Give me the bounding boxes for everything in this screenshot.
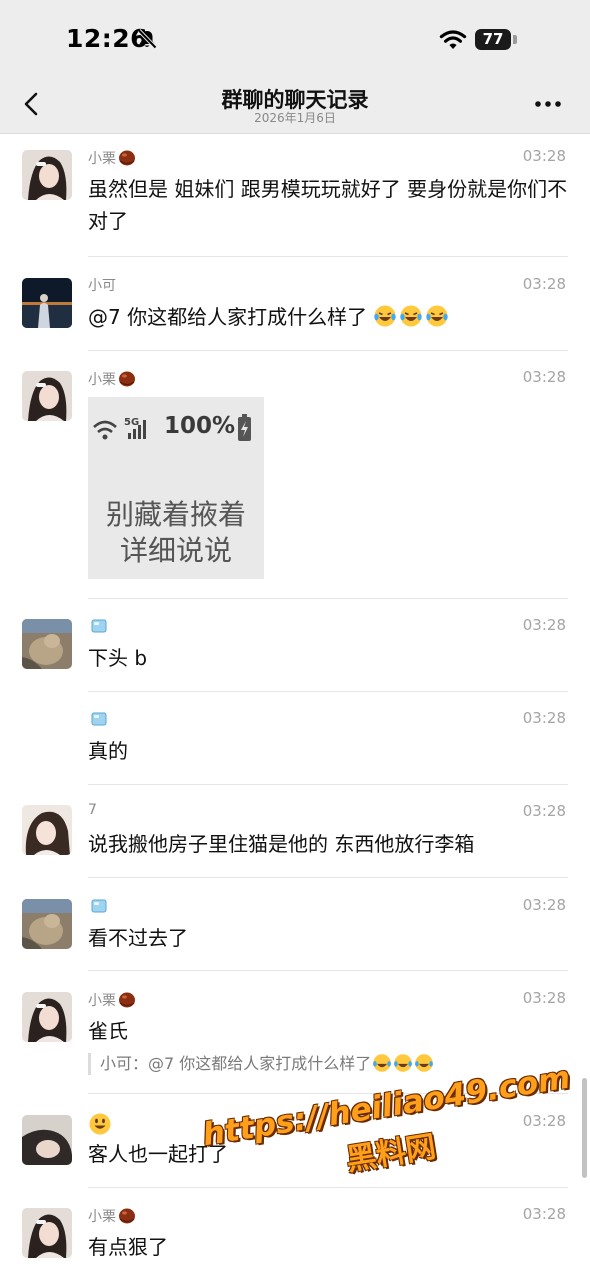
battery-tip xyxy=(513,35,517,44)
smiley-emoji-icon xyxy=(89,1113,111,1135)
sender-name xyxy=(88,616,109,636)
message-time: 03:28 xyxy=(522,802,566,820)
avatar[interactable] xyxy=(22,619,72,669)
avatar[interactable] xyxy=(22,150,72,200)
sender-name: 小栗 xyxy=(88,368,137,389)
sender-name: 小栗 xyxy=(88,989,137,1010)
divider xyxy=(88,691,568,692)
divider xyxy=(88,256,568,257)
sticker-caption-line1: 别藏着掖着 xyxy=(105,498,246,531)
svg-text:5G: 5G xyxy=(124,417,139,428)
avatar[interactable] xyxy=(22,278,72,328)
chat-message: 小可 03:28 @7 你这都给人家打成什么样了 xyxy=(0,275,590,358)
message-time: 03:28 xyxy=(522,147,566,165)
avatar[interactable] xyxy=(22,1115,72,1165)
wifi-icon xyxy=(439,30,467,49)
sender-name: 小可 xyxy=(88,278,116,294)
message-time: 03:28 xyxy=(522,989,566,1007)
sender-name xyxy=(88,709,109,729)
chat-message: 03:28 看不过去了 xyxy=(0,896,590,979)
more-dots-icon[interactable] xyxy=(531,92,565,116)
bell-slash-icon xyxy=(137,29,157,49)
message-text[interactable]: 真的 xyxy=(88,735,568,767)
chat-message: 03:28 真的 xyxy=(0,709,590,792)
chestnut-emoji-icon xyxy=(119,150,135,166)
sender-name: 小栗 xyxy=(88,1205,137,1226)
chat-message: 小栗 03:28 虽然但是 姐妹们 跟男模玩玩就好了 要身份就是你们不对了 xyxy=(0,147,590,260)
nav-bar: 群聊的聊天记录 2026年1月6日 xyxy=(0,78,590,134)
scroll-indicator[interactable] xyxy=(582,1078,587,1178)
page-subtitle-date: 2026年1月6日 xyxy=(254,111,336,125)
ice-cube-emoji-icon xyxy=(91,712,107,726)
divider xyxy=(88,350,568,351)
chestnut-emoji-icon xyxy=(119,371,135,387)
status-bar: 12:26 77 xyxy=(0,0,590,78)
message-text[interactable]: 下头 b xyxy=(88,642,568,674)
laughing-crying-emoji-icon xyxy=(426,305,449,327)
chat-message: 03:28 下头 b xyxy=(0,616,590,699)
chat-message: 小栗 03:28 5G 100% 别藏着掖着 详细说说 xyxy=(0,368,590,601)
sticker-image[interactable]: 5G 100% 别藏着掖着 详细说说 xyxy=(88,397,264,579)
laughing-crying-emoji-icon xyxy=(374,305,397,327)
divider xyxy=(88,1187,568,1188)
avatar[interactable] xyxy=(22,899,72,949)
message-time: 03:28 xyxy=(522,1205,566,1223)
divider xyxy=(88,970,568,971)
chestnut-emoji-icon xyxy=(119,1208,135,1224)
message-text[interactable]: 虽然但是 姐妹们 跟男模玩玩就好了 要身份就是你们不对了 xyxy=(88,173,568,237)
sticker-caption-line2: 详细说说 xyxy=(119,534,232,567)
message-time: 03:28 xyxy=(522,616,566,634)
sticker-percent: 100% xyxy=(164,413,236,439)
sender-name: 小栗 xyxy=(88,147,137,168)
divider xyxy=(88,784,568,785)
laughing-crying-emoji-icon xyxy=(400,305,423,327)
message-text[interactable]: 看不过去了 xyxy=(88,922,568,954)
avatar[interactable] xyxy=(22,371,72,421)
message-time: 03:28 xyxy=(522,896,566,914)
message-time: 03:28 xyxy=(522,275,566,293)
message-text[interactable]: 说我搬他房子里住猫是他的 东西他放行李箱 xyxy=(88,828,568,860)
message-text[interactable]: @7 你这都给人家打成什么样了 xyxy=(88,301,568,333)
sender-name xyxy=(88,1112,114,1136)
avatar[interactable] xyxy=(22,992,72,1042)
chat-message: 7 03:28 说我搬他房子里住猫是他的 东西他放行李箱 xyxy=(0,802,590,885)
divider xyxy=(88,598,568,599)
sender-name: 7 xyxy=(88,802,97,818)
message-text[interactable]: 雀氏 xyxy=(88,1015,568,1047)
message-text[interactable]: 有点狠了 xyxy=(88,1231,568,1263)
divider xyxy=(88,877,568,878)
chestnut-emoji-icon xyxy=(119,992,135,1008)
avatar[interactable] xyxy=(22,805,72,855)
message-time: 03:28 xyxy=(522,368,566,386)
battery-indicator: 77 xyxy=(475,29,511,50)
avatar[interactable] xyxy=(22,1208,72,1258)
chat-message: 小栗 03:28 有点狠了 xyxy=(0,1205,590,1280)
ice-cube-emoji-icon xyxy=(91,619,107,633)
sender-name xyxy=(88,896,109,916)
message-time: 03:28 xyxy=(522,709,566,727)
ice-cube-emoji-icon xyxy=(91,899,107,913)
